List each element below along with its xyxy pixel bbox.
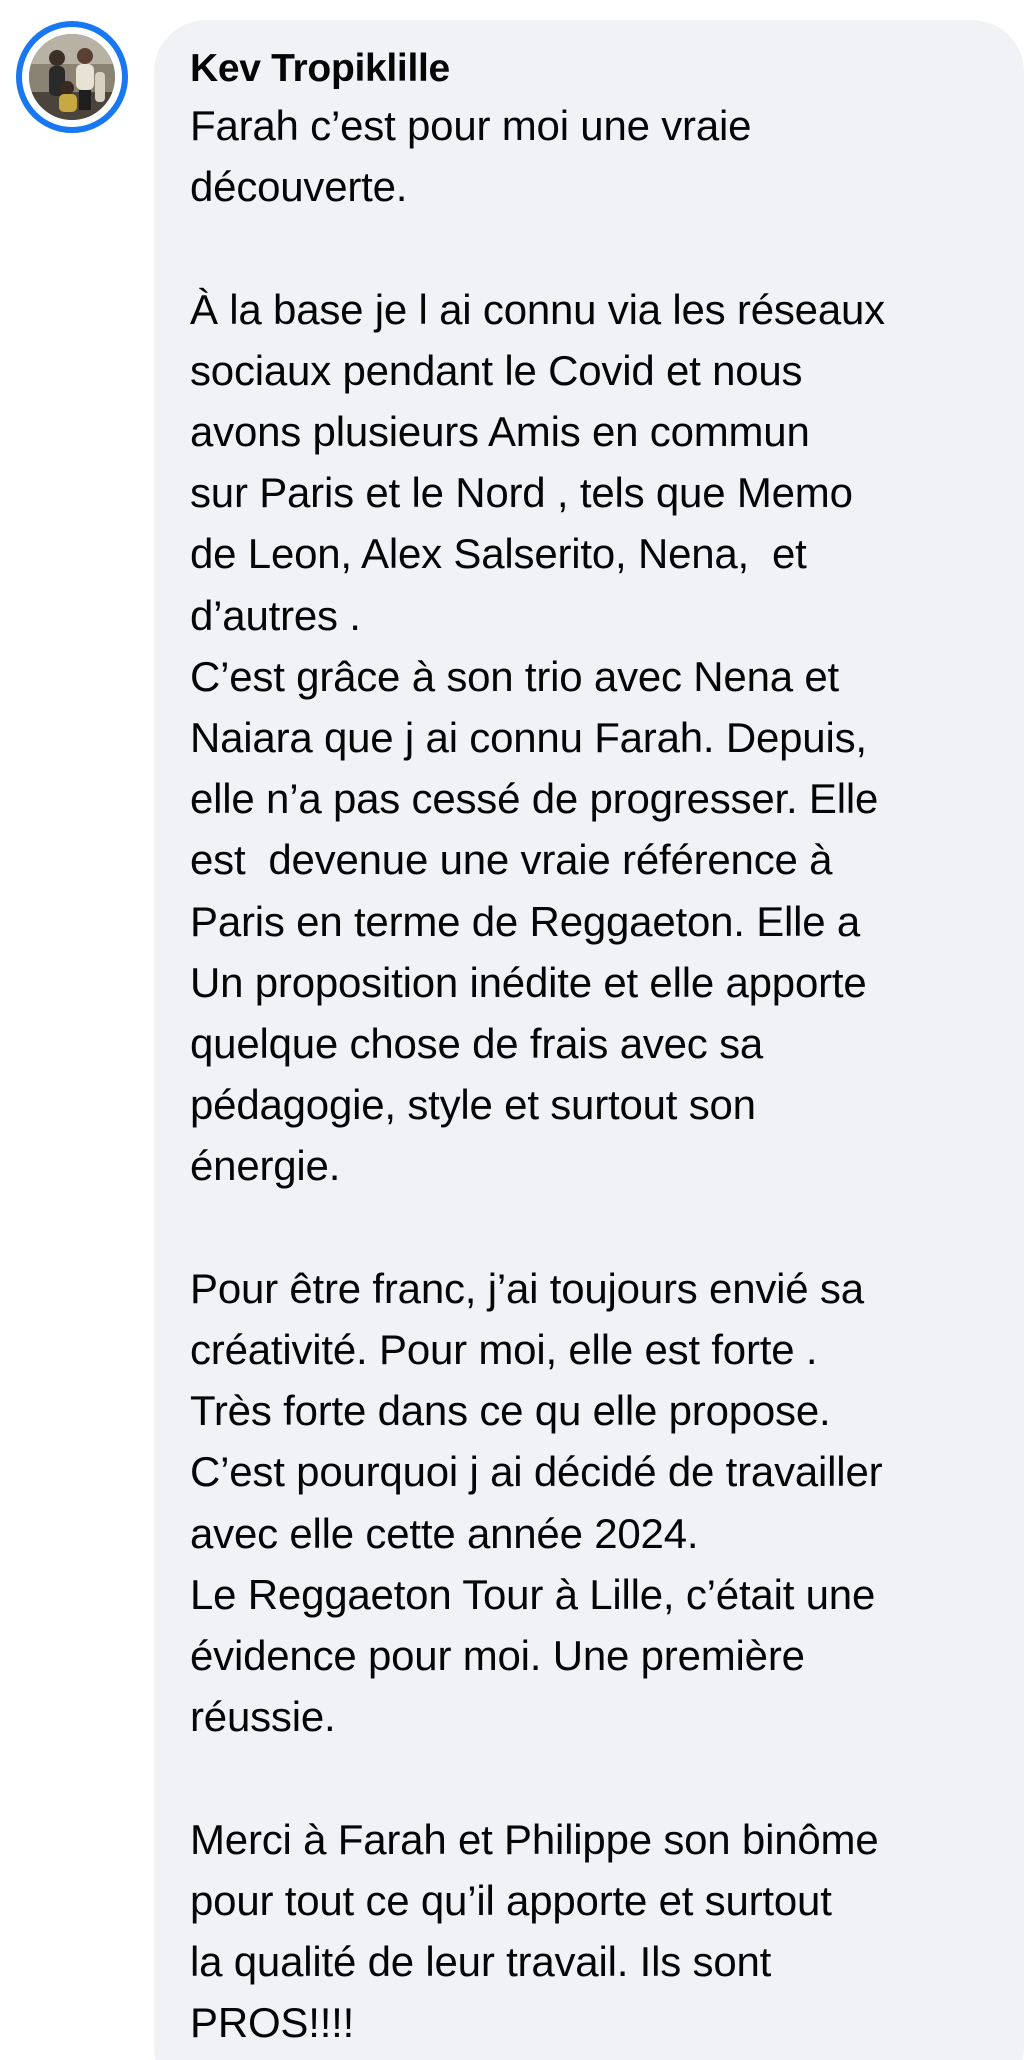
comment-body: Farah c’est pour moi une vraie découvert…: [190, 102, 885, 2047]
avatar-story-ring[interactable]: [16, 21, 128, 133]
comment-author-name[interactable]: Kev Tropiklille: [190, 44, 998, 94]
comment-thread: Kev Tropiklille Farah c’est pour moi une…: [0, 0, 1032, 2060]
profile-photo-icon: [29, 34, 115, 120]
comment-bubble: Kev Tropiklille Farah c’est pour moi une…: [154, 20, 1024, 2060]
avatar[interactable]: [29, 34, 115, 120]
